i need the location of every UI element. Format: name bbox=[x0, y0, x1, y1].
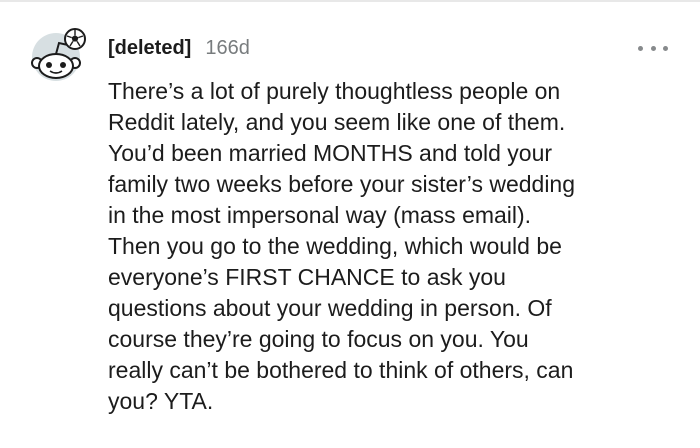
more-horizontal-icon bbox=[663, 45, 668, 51]
comment-body-line: questions about your wedding in person. … bbox=[108, 295, 552, 321]
username[interactable]: [deleted] bbox=[108, 37, 191, 60]
comment-age: 166d bbox=[205, 36, 250, 59]
comment-body-line: family two weeks before your sister’s we… bbox=[108, 171, 576, 197]
comment-body-line: everyone’s FIRST CHANCE to ask you bbox=[108, 264, 506, 290]
more-horizontal-icon bbox=[638, 45, 643, 51]
snoo-avatar-icon bbox=[31, 28, 86, 81]
comment-body-line: in the most impersonal way (mass email). bbox=[108, 202, 532, 228]
more-options-button[interactable] bbox=[638, 40, 668, 56]
comment-body: There’s a lot of purely thoughtless peop… bbox=[108, 76, 678, 417]
more-horizontal-icon bbox=[650, 45, 656, 51]
comment-body-line: course they’re going to focus on you. Yo… bbox=[108, 326, 529, 352]
comment-body-line: Then you go to the wedding, which would … bbox=[108, 233, 562, 259]
comment-body-line: You’d been married MONTHS and told your bbox=[108, 140, 553, 166]
comment-meta: [deleted] 166d bbox=[108, 34, 250, 62]
comment-body-line: There’s a lot of purely thoughtless peop… bbox=[108, 78, 561, 104]
comment-body-line: you? YTA. bbox=[108, 388, 214, 414]
comment-body-line: really can’t be bothered to think of oth… bbox=[108, 357, 574, 383]
avatar[interactable] bbox=[28, 27, 88, 83]
comment-body-line: Reddit lately, and you seem like one of … bbox=[108, 109, 566, 135]
comment: [deleted] 166d There’s a lot of purely t… bbox=[0, 0, 700, 448]
